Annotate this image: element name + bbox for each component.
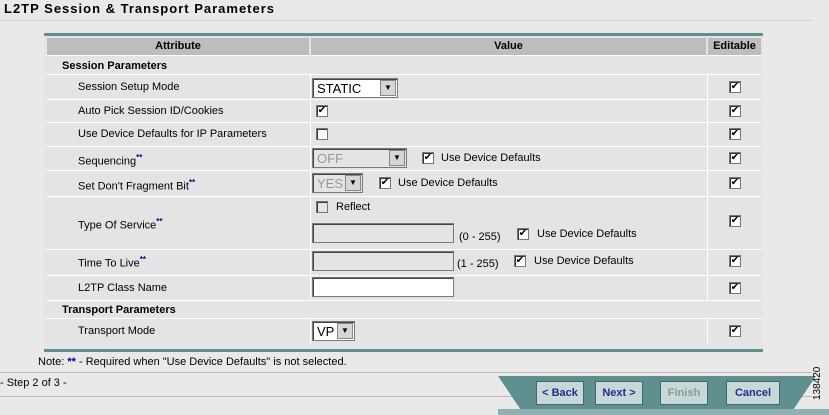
- editable-tos-checkbox[interactable]: ✔: [729, 215, 741, 227]
- editable-transport-mode-checkbox[interactable]: ✔: [729, 325, 741, 337]
- sequencing-value: OFF: [317, 151, 343, 166]
- column-divider: [310, 319, 311, 343]
- row-divider: [47, 300, 761, 301]
- session-setup-mode-select[interactable]: STATIC ▼: [312, 78, 398, 98]
- auto-pick-label: Auto Pick Session ID/Cookies: [78, 105, 224, 117]
- sequencing-use-defaults-label: Use Device Defaults: [441, 152, 541, 164]
- wizard-nav-base: [498, 409, 829, 415]
- row-divider: [47, 99, 761, 100]
- footer-divider: [0, 372, 812, 373]
- ttl-use-defaults-label: Use Device Defaults: [534, 255, 634, 267]
- column-divider: [707, 74, 708, 300]
- column-divider: [310, 74, 311, 300]
- step-indicator: - Step 2 of 3 -: [0, 377, 67, 389]
- dont-fragment-use-defaults-checkbox[interactable]: ✔: [379, 177, 391, 189]
- sequencing-label: Sequencing**: [78, 153, 142, 168]
- class-name-input[interactable]: [312, 277, 454, 297]
- row-divider: [47, 318, 761, 319]
- dont-fragment-label: Set Don't Fragment Bit**: [78, 178, 195, 193]
- chevron-down-icon: ▼: [380, 80, 396, 96]
- required-mark: **: [156, 217, 163, 226]
- class-name-label: L2TP Class Name: [78, 282, 168, 294]
- tos-label: Type Of Service**: [78, 217, 163, 232]
- editable-device-defaults-ip-checkbox[interactable]: ✔: [729, 128, 741, 140]
- tos-range: (0 - 255): [459, 231, 501, 243]
- dont-fragment-select[interactable]: YES ▼: [312, 173, 363, 193]
- dont-fragment-use-defaults-label: Use Device Defaults: [398, 177, 498, 189]
- column-divider: [707, 319, 708, 343]
- ttl-label: Time To Live**: [78, 255, 146, 270]
- figure-id: 138420: [812, 366, 823, 400]
- tos-input[interactable]: [312, 223, 454, 243]
- tos-use-defaults-label: Use Device Defaults: [537, 228, 637, 240]
- editable-dont-fragment-checkbox[interactable]: ✔: [729, 177, 741, 189]
- dont-fragment-label-text: Set Don't Fragment Bit: [78, 180, 189, 193]
- note-text: - Required when "Use Device Defaults" is…: [78, 356, 347, 368]
- row-divider: [47, 146, 761, 147]
- session-setup-mode-value: STATIC: [317, 81, 362, 96]
- row-divider: [47, 170, 761, 171]
- editable-sequencing-checkbox[interactable]: ✔: [729, 152, 741, 164]
- dont-fragment-value: YES: [317, 176, 344, 191]
- header-value: Value: [311, 38, 706, 56]
- transport-mode-label: Transport Mode: [78, 325, 156, 337]
- editable-auto-pick-checkbox[interactable]: ✔: [729, 105, 741, 117]
- header-attribute: Attribute: [47, 38, 309, 56]
- row-divider: [47, 74, 761, 75]
- note-mark: **: [67, 356, 76, 368]
- chevron-down-icon: ▼: [345, 175, 361, 191]
- editable-ttl-checkbox[interactable]: ✔: [729, 255, 741, 267]
- header-editable: Editable: [708, 38, 761, 56]
- tos-label-text: Type Of Service: [78, 219, 157, 232]
- ttl-use-defaults-checkbox[interactable]: ✔: [514, 255, 526, 267]
- note-prefix: Note:: [38, 356, 65, 368]
- ttl-input[interactable]: [312, 251, 454, 271]
- chevron-down-icon: ▼: [389, 150, 405, 166]
- auto-pick-checkbox[interactable]: ✔: [316, 105, 328, 117]
- transport-parameters-heading: Transport Parameters: [62, 304, 176, 316]
- row-divider: [47, 122, 761, 123]
- tos-reflect-label: Reflect: [336, 201, 371, 213]
- row-divider: [47, 196, 761, 197]
- required-mark: **: [139, 255, 146, 264]
- required-mark: **: [188, 178, 196, 187]
- row-divider: [47, 275, 761, 276]
- editable-class-name-checkbox[interactable]: ✔: [729, 282, 741, 294]
- tos-reflect-checkbox[interactable]: [316, 201, 328, 213]
- session-setup-mode-label: Session Setup Mode: [78, 81, 180, 93]
- device-defaults-ip-checkbox[interactable]: [316, 128, 328, 140]
- sequencing-select[interactable]: OFF ▼: [312, 148, 407, 168]
- device-defaults-ip-label: Use Device Defaults for IP Parameters: [78, 128, 267, 140]
- ttl-range: (1 - 255): [457, 258, 499, 270]
- tos-use-defaults-checkbox[interactable]: ✔: [517, 228, 529, 240]
- page-title: L2TP Session & Transport Parameters: [4, 1, 276, 16]
- required-note: Note: ** - Required when "Use Device Def…: [38, 356, 347, 368]
- back-button[interactable]: < Back: [536, 381, 584, 405]
- cancel-button[interactable]: Cancel: [726, 381, 780, 405]
- ttl-label-text: Time To Live: [78, 257, 140, 270]
- session-parameters-heading: Session Parameters: [62, 60, 168, 72]
- chevron-down-icon: ▼: [337, 323, 353, 339]
- sequencing-label-text: Sequencing: [78, 155, 137, 168]
- sequencing-use-defaults-checkbox[interactable]: ✔: [422, 152, 434, 164]
- required-mark: **: [136, 153, 143, 162]
- finish-button[interactable]: Finish: [660, 381, 708, 405]
- transport-mode-value: VP: [317, 324, 335, 339]
- next-button[interactable]: Next >: [595, 381, 643, 405]
- row-divider: [47, 249, 761, 250]
- title-divider: [0, 20, 812, 21]
- editable-setup-mode-checkbox[interactable]: ✔: [729, 81, 741, 93]
- transport-mode-select[interactable]: VP ▼: [312, 321, 355, 341]
